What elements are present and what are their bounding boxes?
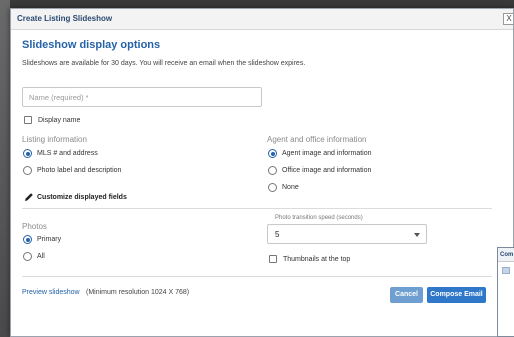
display-name-checkbox[interactable]: [24, 116, 32, 124]
all-photos-label: All: [37, 253, 45, 260]
agent-image-information-label: Agent image and information: [282, 150, 372, 157]
primary-photo-label: Primary: [37, 236, 62, 243]
dialog-titlebar: Create Listing Slideshow X: [11, 9, 513, 30]
transition-speed-value: 5: [275, 230, 280, 239]
name-input[interactable]: [22, 87, 262, 107]
thumbnails-label: Thumbnails at the top: [283, 256, 351, 263]
photo-label-description-radio[interactable]: [23, 166, 32, 175]
dialog-description: Slideshows are available for 30 days. Yo…: [22, 60, 306, 67]
background-compose-window: Com: [497, 247, 514, 337]
photos-label: Photos: [22, 222, 47, 231]
create-listing-slideshow-dialog: Create Listing Slideshow X Slideshow dis…: [10, 8, 514, 337]
all-photos-radio[interactable]: [23, 252, 32, 261]
close-button[interactable]: X: [503, 13, 513, 25]
background-window-title: Com: [498, 248, 514, 262]
office-image-information-radio[interactable]: [268, 166, 277, 175]
divider: [22, 208, 492, 209]
customize-displayed-fields-link[interactable]: Customize displayed fields: [37, 194, 127, 201]
mls-address-label: MLS # and address: [37, 150, 98, 157]
office-image-information-label: Office image and information: [282, 167, 372, 174]
photo-label-description-label: Photo label and description: [37, 167, 122, 174]
chevron-down-icon: [414, 233, 420, 237]
agent-image-information-radio[interactable]: [268, 149, 277, 158]
minimum-resolution-note: (Minimum resolution 1024 X 768): [86, 289, 190, 296]
cancel-button[interactable]: Cancel: [390, 287, 423, 303]
pencil-icon[interactable]: [24, 192, 34, 202]
display-name-label: Display name: [38, 117, 81, 124]
listing-information-label: Listing information: [22, 135, 87, 144]
mls-address-radio[interactable]: [23, 149, 32, 158]
none-radio[interactable]: [268, 183, 277, 192]
thumbnails-checkbox[interactable]: [269, 255, 277, 263]
preview-slideshow-link[interactable]: Preview slideshow: [22, 289, 80, 296]
transition-speed-select[interactable]: 5: [267, 224, 427, 244]
dialog-title: Create Listing Slideshow: [17, 14, 113, 23]
compose-email-button[interactable]: Compose Email: [427, 287, 486, 303]
agent-office-information-label: Agent and office information: [267, 135, 367, 144]
envelope-icon: [502, 267, 510, 274]
primary-photo-radio[interactable]: [23, 235, 32, 244]
none-label: None: [282, 184, 299, 191]
section-heading: Slideshow display options: [22, 39, 161, 51]
divider: [22, 276, 492, 277]
background-window-edge: [0, 0, 10, 337]
transition-speed-label: Photo transition speed (seconds): [275, 215, 363, 221]
